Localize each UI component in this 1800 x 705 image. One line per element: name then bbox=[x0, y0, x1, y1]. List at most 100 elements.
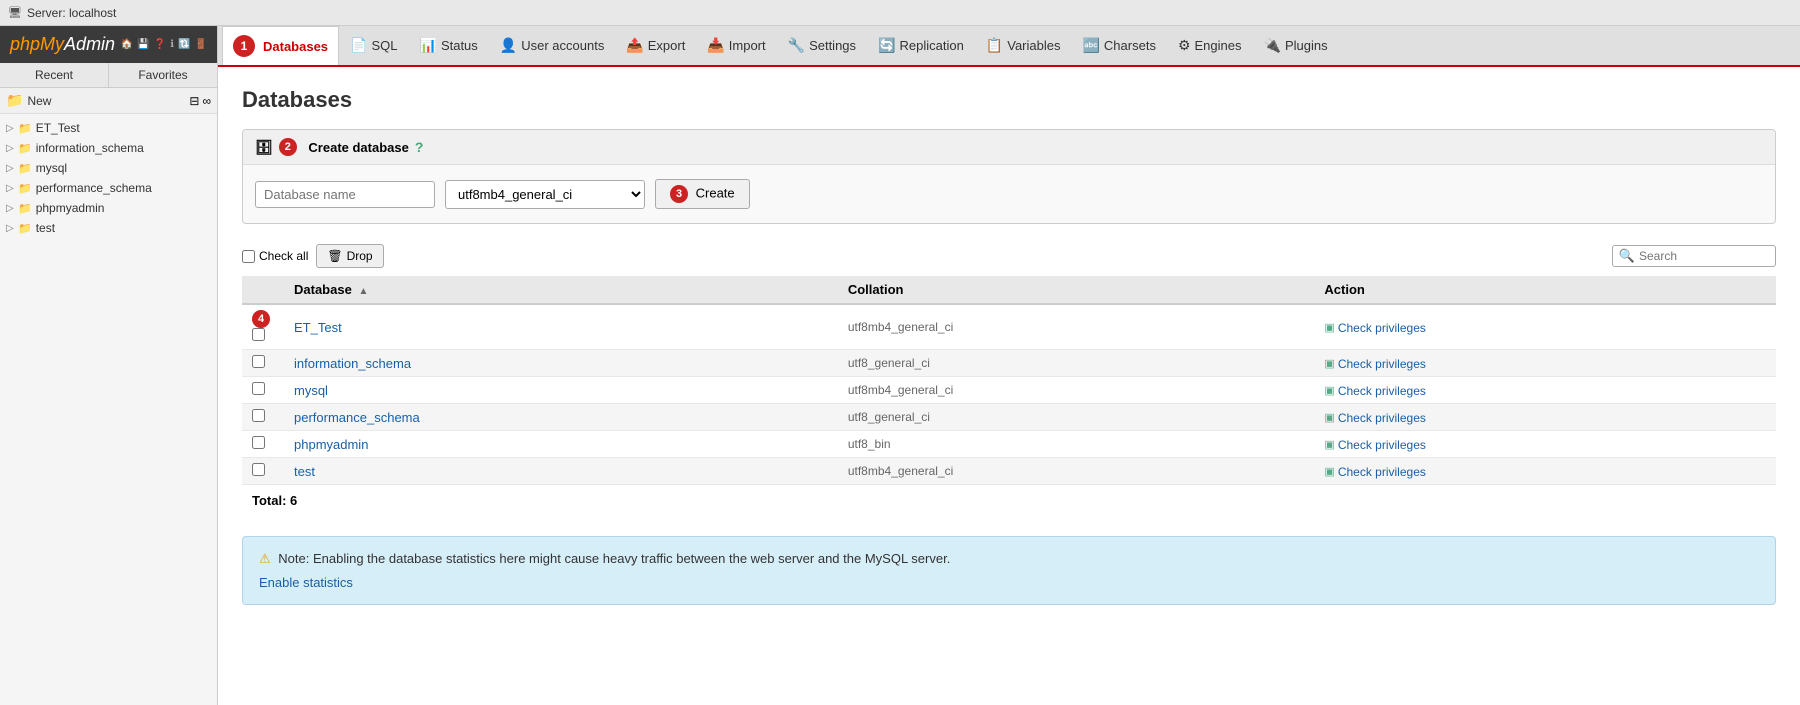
tab-charsets[interactable]: 🔤 Charsets bbox=[1071, 28, 1166, 63]
db-name-link[interactable]: ET_Test bbox=[294, 320, 342, 335]
sidebar-expand-icon[interactable]: ⊟ bbox=[189, 94, 199, 108]
tab-user-accounts[interactable]: 👤 User accounts bbox=[489, 28, 616, 63]
db-folder-icon: 📁 bbox=[18, 222, 32, 235]
drop-button[interactable]: 🗑 Drop bbox=[316, 244, 383, 268]
help-icon[interactable]: ? bbox=[415, 139, 424, 155]
tab-settings[interactable]: 🔧 Settings bbox=[777, 28, 867, 63]
db-folder-icon: 📁 bbox=[18, 142, 32, 155]
tab-import[interactable]: 📥 Import bbox=[696, 28, 776, 63]
sidebar-item-mysql[interactable]: ▷ 📁 mysql bbox=[0, 158, 217, 178]
db-name-link[interactable]: performance_schema bbox=[294, 410, 420, 425]
logo-icon-db[interactable]: 💾 bbox=[137, 39, 149, 50]
th-action-label: Action bbox=[1324, 282, 1364, 297]
search-box: 🔍 bbox=[1612, 245, 1776, 267]
collation-select[interactable]: utf8mb4_general_ci utf8_general_ci latin… bbox=[445, 180, 645, 209]
create-db-body: utf8mb4_general_ci utf8_general_ci latin… bbox=[243, 165, 1775, 223]
row-checkbox[interactable] bbox=[252, 409, 265, 422]
tab-sql[interactable]: 📄 SQL bbox=[339, 28, 408, 63]
page-content: Databases 🗄 2 Create database ? utf8mb4_… bbox=[218, 67, 1800, 705]
tab-databases-label: Databases bbox=[263, 39, 328, 54]
tab-variables-icon: 📋 bbox=[986, 37, 1003, 54]
check-privileges-button[interactable]: ▣ Check privileges bbox=[1324, 321, 1425, 335]
collation-value: utf8mb4_general_ci bbox=[838, 458, 1315, 485]
tab-settings-label: Settings bbox=[809, 38, 856, 53]
check-all-checkbox[interactable] bbox=[242, 250, 255, 263]
table-header-row: Database ▲ Collation Action bbox=[242, 276, 1776, 304]
check-all-label[interactable]: Check all bbox=[242, 249, 308, 263]
tab-status-label: Status bbox=[441, 38, 478, 53]
collation-value: utf8mb4_general_ci bbox=[838, 304, 1315, 350]
collation-value: utf8_general_ci bbox=[838, 404, 1315, 431]
sidebar-tab-recent[interactable]: Recent bbox=[0, 63, 109, 87]
tab-plugins[interactable]: 🔌 Plugins bbox=[1253, 28, 1339, 63]
sidebar-item-phpmyadmin[interactable]: ▷ 📁 phpmyadmin bbox=[0, 198, 217, 218]
create-db-header[interactable]: 🗄 2 Create database ? bbox=[243, 130, 1775, 165]
sidebar-item-ET_Test[interactable]: ▷ 📁 ET_Test bbox=[0, 118, 217, 138]
priv-icon: ▣ bbox=[1324, 384, 1334, 397]
database-table: Database ▲ Collation Action 4ET_Testutf8… bbox=[242, 276, 1776, 485]
th-collation[interactable]: Collation bbox=[838, 276, 1315, 304]
logo-icon-refresh[interactable]: 🔃 bbox=[178, 39, 190, 50]
note-message: Note: Enabling the database statistics h… bbox=[278, 551, 950, 566]
tab-variables-label: Variables bbox=[1007, 38, 1060, 53]
create-database-button[interactable]: 3 Create bbox=[655, 179, 750, 209]
db-name-link[interactable]: information_schema bbox=[294, 356, 411, 371]
tab-replication[interactable]: 🔄 Replication bbox=[867, 28, 975, 63]
check-all-text: Check all bbox=[259, 249, 308, 263]
tab-engines[interactable]: ⚙ Engines bbox=[1167, 28, 1253, 63]
row-checkbox[interactable] bbox=[252, 436, 265, 449]
tab-import-label: Import bbox=[729, 38, 766, 53]
step-badge-3: 3 bbox=[670, 185, 688, 203]
db-name-link[interactable]: phpmyadmin bbox=[294, 437, 368, 452]
tab-export[interactable]: 📤 Export bbox=[615, 28, 696, 63]
row-checkbox[interactable] bbox=[252, 355, 265, 368]
drop-icon: 🗑 bbox=[327, 249, 342, 263]
check-privileges-button[interactable]: ▣ Check privileges bbox=[1324, 438, 1425, 452]
db-folder-icon: 📁 bbox=[18, 182, 32, 195]
logo-icon-home[interactable]: 🏠 bbox=[121, 39, 133, 50]
row-checkbox[interactable] bbox=[252, 463, 265, 476]
th-database[interactable]: Database ▲ bbox=[284, 276, 838, 304]
db-name-link[interactable]: mysql bbox=[294, 383, 328, 398]
th-collation-label: Collation bbox=[848, 282, 904, 297]
tab-charsets-label: Charsets bbox=[1104, 38, 1156, 53]
check-privileges-button[interactable]: ▣ Check privileges bbox=[1324, 465, 1425, 479]
db-name-link[interactable]: test bbox=[294, 464, 315, 479]
tab-variables[interactable]: 📋 Variables bbox=[975, 28, 1072, 63]
tab-user-icon: 👤 bbox=[500, 37, 517, 54]
tab-sql-label: SQL bbox=[371, 38, 397, 53]
logo-icon-question[interactable]: ❓ bbox=[154, 39, 166, 50]
sidebar-tabs: Recent Favorites bbox=[0, 63, 217, 88]
tab-replication-label: Replication bbox=[899, 38, 963, 53]
db-name-phpmyadmin: phpmyadmin bbox=[36, 201, 105, 215]
search-input[interactable] bbox=[1639, 249, 1769, 263]
check-privileges-button[interactable]: ▣ Check privileges bbox=[1324, 357, 1425, 371]
tab-status-icon: 📊 bbox=[420, 37, 437, 54]
tab-status[interactable]: 📊 Status bbox=[409, 28, 489, 63]
sidebar-item-performance_schema[interactable]: ▷ 📁 performance_schema bbox=[0, 178, 217, 198]
tab-settings-icon: 🔧 bbox=[788, 37, 805, 54]
tree-expand-icon: ▷ bbox=[6, 123, 18, 134]
sidebar-item-information_schema[interactable]: ▷ 📁 information_schema bbox=[0, 138, 217, 158]
enable-statistics-link[interactable]: Enable statistics bbox=[259, 575, 353, 590]
db-name-information_schema: information_schema bbox=[36, 141, 144, 155]
db-name-input[interactable] bbox=[255, 181, 435, 208]
row-checkbox[interactable] bbox=[252, 328, 265, 341]
table-row: information_schemautf8_general_ci▣ Check… bbox=[242, 350, 1776, 377]
check-privileges-button[interactable]: ▣ Check privileges bbox=[1324, 411, 1425, 425]
sidebar-tab-favorites[interactable]: Favorites bbox=[109, 63, 217, 87]
sort-icon: ▲ bbox=[358, 286, 368, 297]
sidebar-item-test[interactable]: ▷ 📁 test bbox=[0, 218, 217, 238]
sidebar-link-icon[interactable]: ∞ bbox=[202, 94, 211, 108]
logo-icon-info[interactable]: ℹ bbox=[170, 39, 174, 50]
table-row: test utf8mb4_general_ci ▣ Check privileges bbox=[242, 458, 1776, 485]
new-database-item[interactable]: 📁 New bbox=[6, 92, 51, 109]
create-db-title: Create database bbox=[308, 140, 408, 155]
row-checkbox[interactable] bbox=[252, 382, 265, 395]
logo-icon-exit[interactable]: 🚪 bbox=[195, 39, 207, 50]
create-db-icon: 🗄 bbox=[255, 139, 273, 156]
check-privileges-button[interactable]: ▣ Check privileges bbox=[1324, 384, 1425, 398]
tab-databases[interactable]: 1 Databases bbox=[222, 26, 339, 67]
topbar: 🖥 Server: localhost bbox=[0, 0, 1800, 26]
tab-replication-icon: 🔄 bbox=[878, 37, 895, 54]
